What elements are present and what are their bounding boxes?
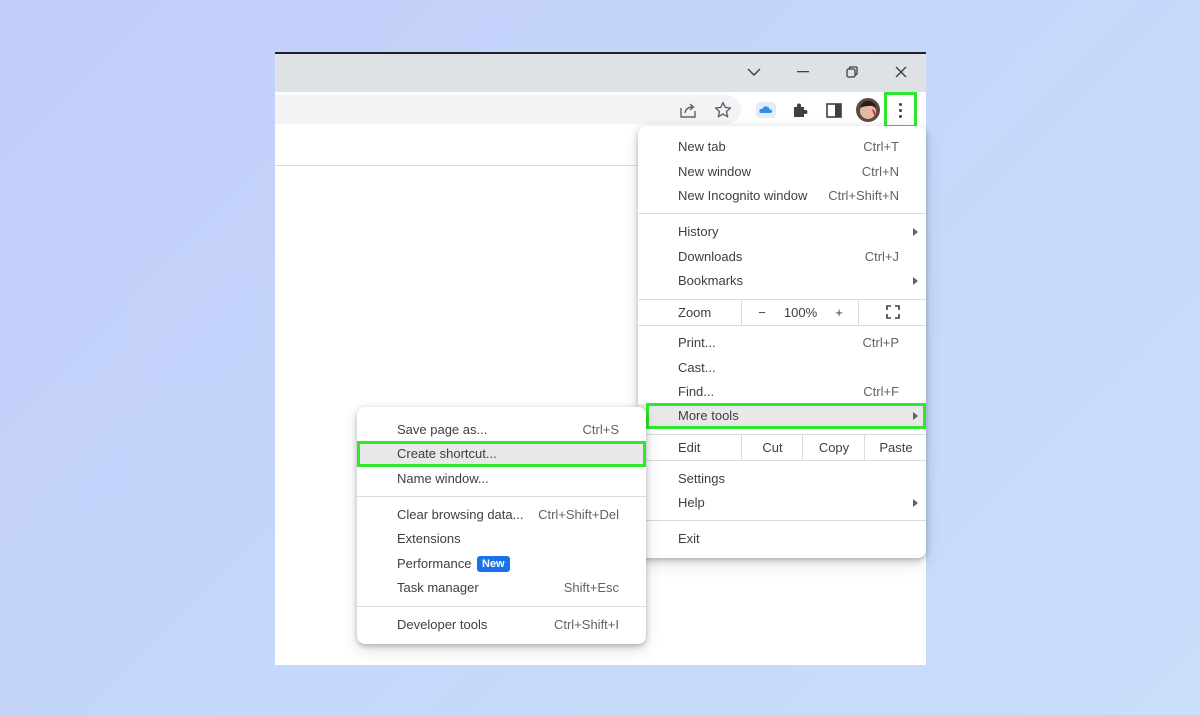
menu-separator — [638, 460, 926, 461]
minimize-icon[interactable] — [779, 54, 827, 90]
menu-item-shortcut: Ctrl+Shift+I — [553, 617, 619, 632]
menu-item-label: New tab — [678, 139, 726, 154]
cloud-extension-icon[interactable] — [752, 96, 780, 124]
menu-item-task-manager[interactable]: Task manager Shift+Esc — [357, 576, 646, 600]
zoom-in-label: + — [835, 305, 843, 320]
menu-item-label: Extensions — [397, 531, 461, 546]
menu-item-label: Bookmarks — [678, 273, 744, 288]
copy-button[interactable]: Copy — [802, 435, 865, 460]
menu-item-exit[interactable]: Exit — [638, 527, 926, 551]
submenu-arrow-icon — [913, 228, 918, 236]
side-panel-icon[interactable] — [820, 96, 848, 124]
menu-item-label: Downloads — [678, 249, 743, 264]
more-tools-submenu: Save page as... Ctrl+S Create shortcut..… — [357, 407, 646, 644]
edit-label: Edit — [678, 440, 701, 455]
menu-item-label: Help — [678, 495, 705, 510]
title-bar — [275, 54, 926, 92]
menu-separator — [638, 325, 926, 326]
chrome-main-menu: New tab Ctrl+T New window Ctrl+N New Inc… — [638, 126, 926, 558]
menu-item-performance[interactable]: Performance New — [357, 552, 646, 576]
zoom-out-label: − — [758, 305, 766, 320]
zoom-in-button[interactable]: + — [820, 300, 858, 325]
paste-button[interactable]: Paste — [864, 435, 927, 460]
menu-item-label: Name window... — [397, 471, 489, 486]
address-bar[interactable] — [275, 95, 741, 124]
zoom-level: 100% — [783, 305, 818, 320]
menu-item-label: Developer tools — [397, 617, 488, 632]
menu-item-save-page-as[interactable]: Save page as... Ctrl+S — [357, 418, 646, 442]
menu-item-label: Task manager — [397, 580, 479, 595]
menu-item-print[interactable]: Print... Ctrl+P — [638, 331, 926, 355]
menu-item-label: Clear browsing data... — [397, 507, 524, 522]
paste-label: Paste — [879, 440, 913, 455]
more-tools-highlight — [646, 403, 926, 429]
menu-item-label: Cast... — [678, 360, 716, 375]
menu-separator — [638, 213, 926, 214]
menu-item-shortcut: Ctrl+T — [863, 139, 899, 154]
tab-search-icon[interactable] — [730, 54, 778, 90]
profile-avatar[interactable] — [854, 96, 882, 124]
kebab-menu-icon[interactable] — [884, 92, 917, 128]
new-badge: New — [477, 556, 510, 572]
menu-separator — [638, 520, 926, 521]
menu-item-help[interactable]: Help — [638, 491, 926, 515]
zoom-out-button[interactable]: − — [741, 300, 782, 325]
fullscreen-icon[interactable] — [858, 300, 927, 325]
menu-item-extensions[interactable]: Extensions — [357, 527, 646, 551]
cut-button[interactable]: Cut — [741, 435, 803, 460]
bookmark-star-icon[interactable] — [709, 96, 737, 124]
menu-item-shortcut: Ctrl+P — [862, 335, 899, 350]
menu-item-new-incognito-window[interactable]: New Incognito window Ctrl+Shift+N — [638, 184, 926, 208]
menu-item-label: Find... — [678, 384, 715, 399]
menu-item-new-tab[interactable]: New tab Ctrl+T — [638, 135, 926, 159]
copy-label: Copy — [818, 440, 850, 455]
toolbar — [275, 92, 926, 128]
menu-separator — [357, 606, 646, 607]
menu-item-shortcut: Ctrl+J — [864, 249, 899, 264]
cut-label: Cut — [762, 440, 783, 455]
menu-item-label: New window — [678, 164, 751, 179]
menu-item-new-window[interactable]: New window Ctrl+N — [638, 160, 926, 184]
menu-item-label: Settings — [678, 471, 725, 486]
menu-item-shortcut: Ctrl+N — [861, 164, 899, 179]
submenu-arrow-icon — [913, 499, 918, 507]
menu-item-downloads[interactable]: Downloads Ctrl+J — [638, 245, 926, 269]
create-shortcut-highlight — [357, 441, 646, 467]
zoom-row: Zoom − 100% + — [638, 300, 926, 325]
extensions-puzzle-icon[interactable] — [786, 96, 814, 124]
menu-item-cast[interactable]: Cast... — [638, 356, 926, 380]
menu-item-find[interactable]: Find... Ctrl+F — [638, 380, 926, 404]
restore-icon[interactable] — [828, 54, 876, 90]
menu-item-shortcut: Ctrl+Shift+Del — [538, 507, 619, 522]
menu-separator — [357, 496, 646, 497]
menu-item-shortcut: Ctrl+Shift+N — [828, 188, 899, 203]
menu-item-label: Print... — [678, 335, 716, 350]
menu-item-shortcut: Ctrl+F — [863, 384, 899, 399]
share-icon[interactable] — [675, 96, 703, 124]
close-icon[interactable] — [877, 54, 925, 90]
menu-item-developer-tools[interactable]: Developer tools Ctrl+Shift+I — [357, 613, 646, 637]
menu-item-history[interactable]: History — [638, 220, 926, 244]
submenu-arrow-icon — [913, 277, 918, 285]
menu-item-name-window[interactable]: Name window... — [357, 467, 646, 491]
edit-row: Edit Cut Copy Paste — [638, 435, 926, 460]
menu-item-label: New Incognito window — [678, 188, 808, 203]
menu-item-label: History — [678, 224, 719, 239]
menu-item-clear-browsing-data[interactable]: Clear browsing data... Ctrl+Shift+Del — [357, 503, 646, 527]
menu-item-settings[interactable]: Settings — [638, 467, 926, 491]
menu-item-label: Save page as... — [397, 422, 488, 437]
zoom-label: Zoom — [678, 305, 712, 320]
menu-item-shortcut: Shift+Esc — [563, 580, 619, 595]
menu-item-label: Exit — [678, 531, 700, 546]
menu-item-label: Performance — [397, 556, 472, 571]
menu-item-shortcut: Ctrl+S — [582, 422, 619, 437]
menu-item-bookmarks[interactable]: Bookmarks — [638, 269, 926, 293]
